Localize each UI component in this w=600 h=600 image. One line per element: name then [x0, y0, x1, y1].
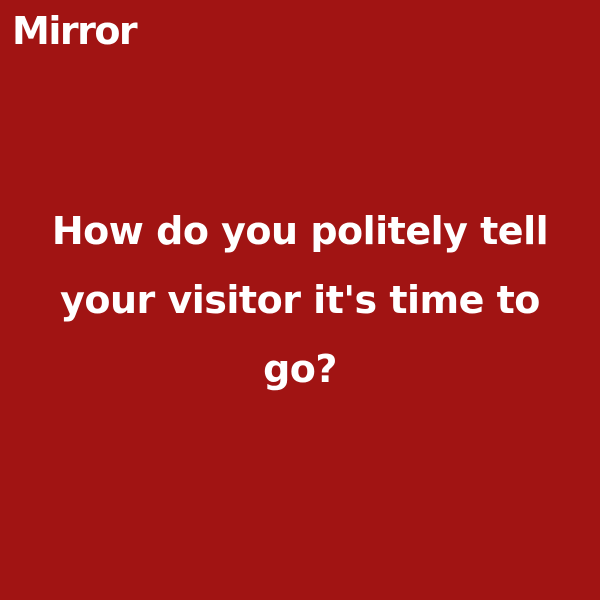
mirror-logo: Mirror: [12, 9, 138, 53]
headline-question: How do you politely tell your visitor it…: [51, 209, 549, 391]
